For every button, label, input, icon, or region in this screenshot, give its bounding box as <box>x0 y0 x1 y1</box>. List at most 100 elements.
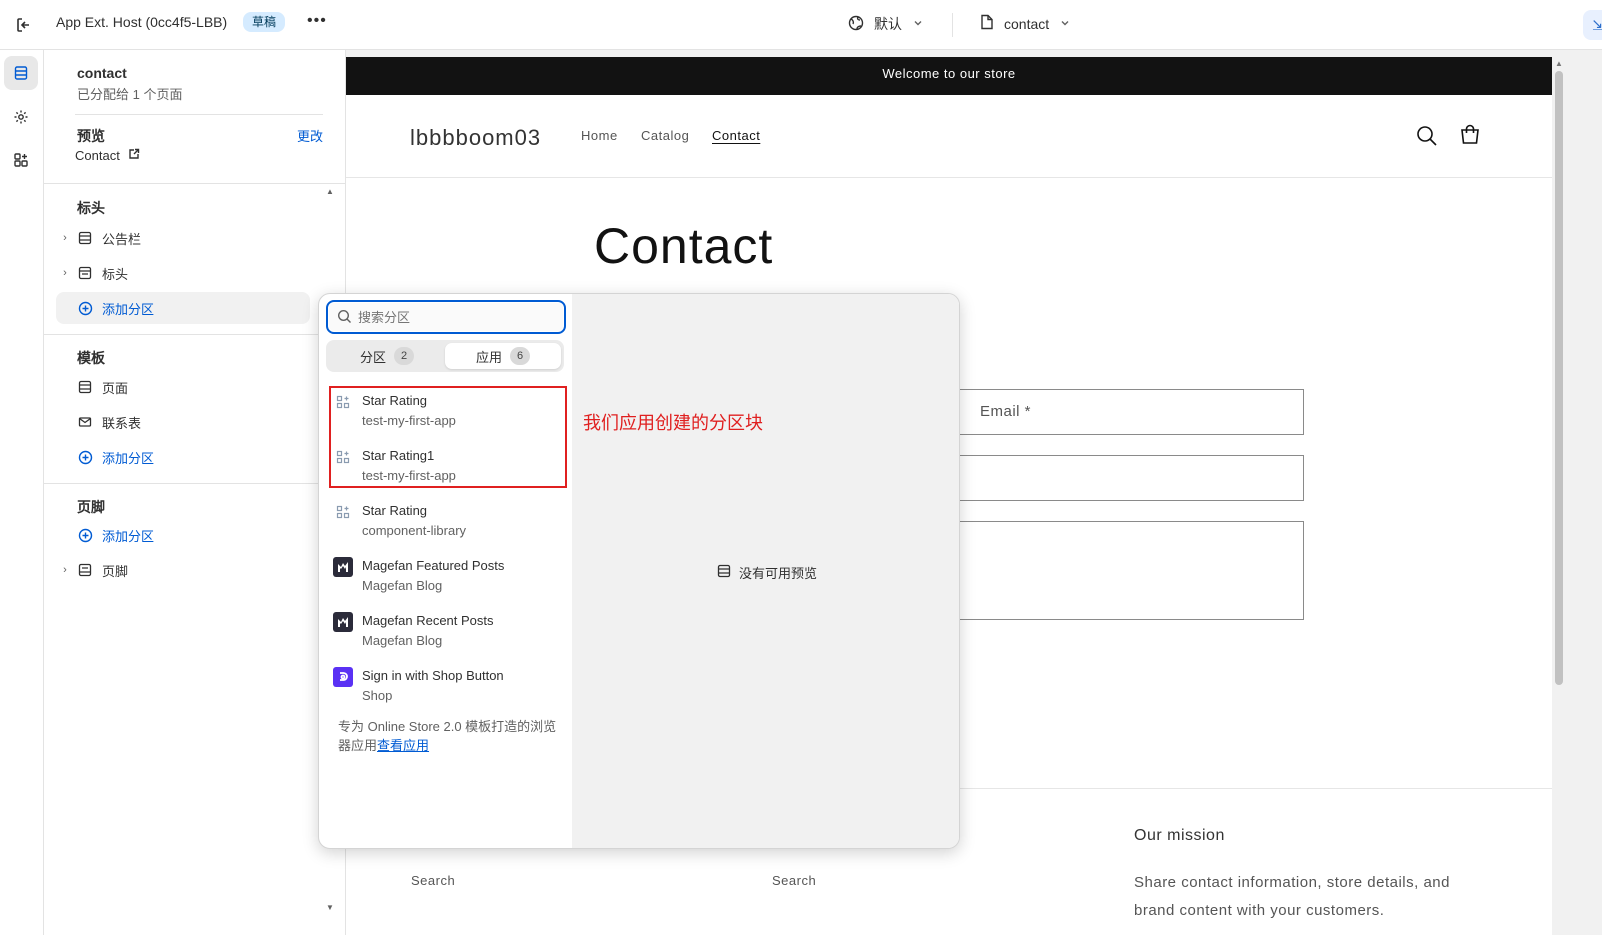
footer-link-search[interactable]: Search <box>772 873 816 888</box>
header-divider <box>346 177 1552 178</box>
header-section-icon <box>74 266 96 280</box>
tab-label: 分区 <box>359 349 386 365</box>
search-sections-input[interactable] <box>358 308 558 326</box>
no-preview-text: 没有可用预览 <box>739 566 818 581</box>
app-block-item[interactable]: Star Rating component-library <box>333 502 563 554</box>
app-block-name: Sign in with Shop Button <box>362 668 504 683</box>
theme-label: 默认 <box>874 16 902 32</box>
divider <box>75 114 323 115</box>
left-rail <box>0 50 44 935</box>
add-section-button-header[interactable]: 添加分区 <box>56 292 310 324</box>
more-actions-button[interactable]: ••• <box>307 12 327 30</box>
note-text: 专为 Online Store 2.0 模板打造的浏览器应用 <box>338 719 557 753</box>
section-item-announcement[interactable]: › 公告栏 <box>56 222 310 254</box>
divider <box>44 334 346 335</box>
add-section-label: 添加分区 <box>102 301 155 317</box>
sections-icon[interactable] <box>4 56 38 90</box>
scrollbar-thumb[interactable] <box>1555 71 1563 685</box>
tab-count-badge: 6 <box>510 347 530 365</box>
tab-apps[interactable]: 应用 6 <box>445 343 561 369</box>
section-item-contact-form[interactable]: 联系表 <box>56 406 310 438</box>
app-block-icon <box>333 502 353 522</box>
preview-heading: 预览 <box>77 128 105 144</box>
tab-sections[interactable]: 分区 2 <box>329 343 445 369</box>
chevron-down-icon <box>912 16 924 32</box>
section-preview-pane: 没有可用预览 <box>572 294 959 848</box>
app-block-source: Magefan Blog <box>362 578 443 593</box>
globe-icon <box>848 15 864 34</box>
app-block-item[interactable]: Sign in with Shop Button Shop <box>333 667 563 719</box>
template-group-title: 模板 <box>77 350 105 366</box>
theme-selector[interactable]: 默认 <box>848 14 924 34</box>
preview-scrollbar[interactable]: ▲ <box>1552 57 1566 935</box>
template-name: contact <box>77 65 127 81</box>
plus-circle-icon <box>74 301 96 316</box>
app-block-source: Shop <box>362 688 393 703</box>
sections-sidebar: contact 已分配给 1 个页面 预览 更改 Contact ▲ 标头 › … <box>44 50 346 935</box>
chevron-right-icon[interactable]: › <box>56 232 74 244</box>
email-placeholder: Email * <box>980 403 1032 420</box>
change-preview-link[interactable]: 更改 <box>297 126 323 145</box>
scroll-down-icon[interactable]: ▼ <box>326 903 334 912</box>
preview-page-link[interactable]: Contact <box>75 148 140 163</box>
section-item-label: 标头 <box>102 266 129 282</box>
no-preview-message: 没有可用预览 <box>717 563 817 582</box>
add-section-label: 添加分区 <box>102 450 155 466</box>
app-block-name: Magefan Recent Posts <box>362 613 494 628</box>
envelope-icon <box>74 415 96 429</box>
top-bar: App Ext. Host (0cc4f5-LBB) 草稿 ••• 默认 con… <box>0 0 1602 50</box>
section-item-footer[interactable]: › 页脚 <box>56 554 310 586</box>
divider <box>44 183 346 184</box>
preview-page-label: Contact <box>75 148 120 163</box>
tab-label: 应用 <box>475 349 502 365</box>
app-block-name: Magefan Featured Posts <box>362 558 505 573</box>
nav-link-home[interactable]: Home <box>581 128 618 143</box>
search-input-wrapper[interactable] <box>326 300 566 334</box>
nav-link-contact[interactable]: Contact <box>712 128 760 143</box>
section-item-label: 页脚 <box>102 563 129 579</box>
magefan-logo-icon <box>333 557 353 577</box>
section-item-label: 公告栏 <box>102 231 142 247</box>
section-item-label: 页面 <box>102 380 129 396</box>
search-icon[interactable] <box>1416 125 1438 152</box>
section-item-label: 联系表 <box>102 415 142 431</box>
add-section-button-template[interactable]: 添加分区 <box>56 441 310 473</box>
section-icon <box>717 564 731 581</box>
apps-icon[interactable] <box>4 143 38 177</box>
cart-icon[interactable] <box>1459 124 1481 151</box>
comment-field[interactable] <box>946 521 1304 620</box>
chevron-right-icon[interactable]: › <box>56 564 74 576</box>
section-item-header[interactable]: › 标头 <box>56 257 310 289</box>
external-link-icon <box>128 148 140 163</box>
settings-gear-icon[interactable] <box>4 100 38 134</box>
section-item-page[interactable]: 页面 <box>56 371 310 403</box>
chevron-down-icon <box>1059 16 1071 32</box>
status-badge: 草稿 <box>243 12 286 32</box>
add-section-button-footer[interactable]: 添加分区 <box>56 519 310 551</box>
plus-circle-icon <box>74 450 96 465</box>
store-logo-text[interactable]: lbbbboom03 <box>410 125 541 151</box>
app-block-item[interactable]: Magefan Recent Posts Magefan Blog <box>333 612 563 664</box>
section-tabs: 分区 2 应用 6 <box>326 340 564 372</box>
app-block-source: component-library <box>362 523 467 538</box>
scroll-up-icon[interactable]: ▲ <box>1555 59 1563 68</box>
app-block-item[interactable]: Magefan Featured Posts Magefan Blog <box>333 557 563 609</box>
footer-link-search[interactable]: Search <box>411 873 455 888</box>
exit-icon[interactable] <box>12 13 36 37</box>
view-apps-link[interactable]: 查看应用 <box>377 738 429 753</box>
section-icon <box>74 380 96 394</box>
app-title: App Ext. Host (0cc4f5-LBB) <box>56 14 228 30</box>
apps-info-note: 专为 Online Store 2.0 模板打造的浏览器应用查看应用 <box>338 717 558 755</box>
header-group-title: 标头 <box>77 200 105 216</box>
annotation-text: 我们应用创建的分区块 <box>583 413 763 433</box>
page-selector[interactable]: contact <box>980 14 1071 33</box>
inspector-toggle-icon[interactable]: ⇲ <box>1583 10 1602 40</box>
divider <box>44 483 346 484</box>
search-icon <box>337 309 352 329</box>
scroll-up-icon[interactable]: ▲ <box>326 187 334 196</box>
page-label: contact <box>1004 15 1050 32</box>
magefan-logo-icon <box>333 612 353 632</box>
phone-field[interactable] <box>946 455 1304 501</box>
chevron-right-icon[interactable]: › <box>56 267 74 279</box>
nav-link-catalog[interactable]: Catalog <box>641 128 689 143</box>
